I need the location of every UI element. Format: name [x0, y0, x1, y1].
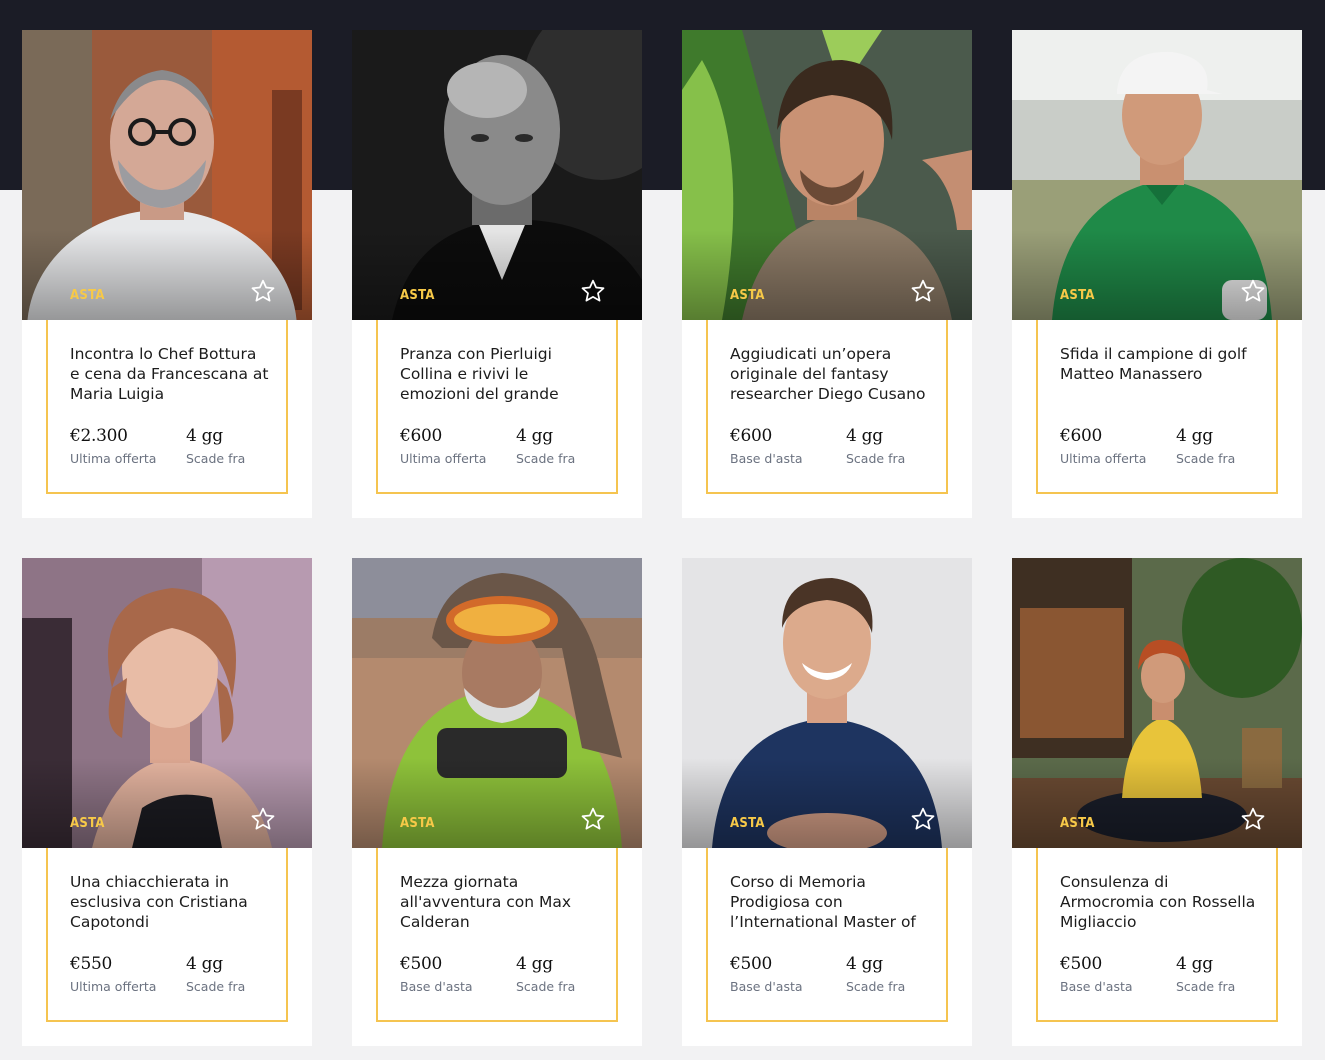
- price-label: Ultima offerta: [400, 451, 487, 466]
- auction-badge: ASTA: [730, 816, 765, 831]
- card-title[interactable]: Consulenza di Armocromia con Rossella Mi…: [1060, 872, 1260, 932]
- star-outline-icon[interactable]: [910, 278, 936, 304]
- card-title[interactable]: Una chiacchierata in esclusiva con Crist…: [70, 872, 270, 932]
- auction-card[interactable]: ASTA Sfida il campione di golf Matteo Ma…: [1012, 30, 1302, 518]
- star-outline-icon[interactable]: [250, 278, 276, 304]
- card-photo[interactable]: ASTA: [22, 558, 312, 848]
- price-label: Ultima offerta: [70, 451, 157, 466]
- time-remaining-value: 4 gg: [846, 954, 883, 974]
- price-block: €550 Ultima offerta: [70, 954, 156, 994]
- auction-card[interactable]: ASTA Mezza giornata all'avventura con Ma…: [352, 558, 642, 1046]
- time-remaining-value: 4 gg: [516, 954, 553, 974]
- card-photo[interactable]: ASTA: [22, 30, 312, 320]
- auction-badge: ASTA: [400, 288, 435, 303]
- card-info: Incontra lo Chef Bottura e cena da Franc…: [46, 320, 288, 494]
- price-block: €600 Ultima offerta: [400, 426, 486, 466]
- auction-card[interactable]: ASTA Una chiacchierata in esclusiva con …: [22, 558, 312, 1046]
- time-block: 4 gg Scade fra: [516, 954, 575, 994]
- card-info: Consulenza di Armocromia con Rossella Mi…: [1036, 848, 1278, 1022]
- auction-badge: ASTA: [730, 288, 765, 303]
- card-info: Sfida il campione di golf Matteo Manasse…: [1036, 320, 1278, 494]
- time-block: 4 gg Scade fra: [846, 954, 905, 994]
- time-remaining-label: Scade fra: [186, 979, 246, 994]
- auction-card[interactable]: ASTA Consulenza di Armocromia con Rossel…: [1012, 558, 1302, 1046]
- time-block: 4 gg Scade fra: [846, 426, 905, 466]
- card-photo[interactable]: ASTA: [1012, 558, 1302, 848]
- card-info: Mezza giornata all'avventura con Max Cal…: [376, 848, 618, 1022]
- star-outline-icon[interactable]: [1240, 278, 1266, 304]
- time-remaining-label: Scade fra: [846, 979, 906, 994]
- price-value: €500: [730, 954, 773, 974]
- card-info: Pranza con Pierluigi Collina e rivivi le…: [376, 320, 618, 494]
- time-remaining-label: Scade fra: [1176, 979, 1236, 994]
- time-block: 4 gg Scade fra: [516, 426, 575, 466]
- star-outline-icon[interactable]: [580, 278, 606, 304]
- auction-card[interactable]: ASTA Corso di Memoria Prodigiosa con l’I…: [682, 558, 972, 1046]
- auction-card[interactable]: ASTA Incontra lo Chef Bottura e cena da …: [22, 30, 312, 518]
- auction-badge: ASTA: [1060, 288, 1095, 303]
- time-block: 4 gg Scade fra: [1176, 954, 1235, 994]
- card-title[interactable]: Pranza con Pierluigi Collina e rivivi le…: [400, 344, 600, 404]
- price-block: €600 Ultima offerta: [1060, 426, 1146, 466]
- time-remaining-label: Scade fra: [1176, 451, 1236, 466]
- price-value: €600: [1060, 426, 1103, 446]
- price-value: €500: [1060, 954, 1103, 974]
- time-remaining-label: Scade fra: [846, 451, 906, 466]
- time-block: 4 gg Scade fra: [186, 954, 245, 994]
- time-remaining-value: 4 gg: [846, 426, 883, 446]
- auction-badge: ASTA: [70, 288, 105, 303]
- auction-card[interactable]: ASTA Aggiudicati un’opera originale del …: [682, 30, 972, 518]
- price-label: Ultima offerta: [1060, 451, 1147, 466]
- price-value: €500: [400, 954, 443, 974]
- card-photo[interactable]: ASTA: [682, 30, 972, 320]
- star-outline-icon[interactable]: [580, 806, 606, 832]
- card-info: Aggiudicati un’opera originale del fanta…: [706, 320, 948, 494]
- price-block: €500 Base d'asta: [400, 954, 473, 994]
- card-title[interactable]: Aggiudicati un’opera originale del fanta…: [730, 344, 930, 404]
- card-title[interactable]: Sfida il campione di golf Matteo Manasse…: [1060, 344, 1260, 404]
- price-value: €550: [70, 954, 113, 974]
- time-remaining-value: 4 gg: [1176, 954, 1213, 974]
- star-outline-icon[interactable]: [250, 806, 276, 832]
- price-block: €600 Base d'asta: [730, 426, 803, 466]
- auction-badge: ASTA: [400, 816, 435, 831]
- auction-card[interactable]: ASTA Pranza con Pierluigi Collina e rivi…: [352, 30, 642, 518]
- time-block: 4 gg Scade fra: [1176, 426, 1235, 466]
- time-remaining-value: 4 gg: [516, 426, 553, 446]
- card-title[interactable]: Mezza giornata all'avventura con Max Cal…: [400, 872, 600, 932]
- price-label: Base d'asta: [730, 979, 803, 994]
- price-label: Base d'asta: [400, 979, 473, 994]
- card-info: Una chiacchierata in esclusiva con Crist…: [46, 848, 288, 1022]
- star-outline-icon[interactable]: [1240, 806, 1266, 832]
- price-label: Ultima offerta: [70, 979, 157, 994]
- card-photo[interactable]: ASTA: [682, 558, 972, 848]
- time-remaining-label: Scade fra: [186, 451, 246, 466]
- card-photo[interactable]: ASTA: [352, 558, 642, 848]
- price-label: Base d'asta: [730, 451, 803, 466]
- time-remaining-label: Scade fra: [516, 451, 576, 466]
- price-label: Base d'asta: [1060, 979, 1133, 994]
- price-value: €2.300: [70, 426, 128, 446]
- time-block: 4 gg Scade fra: [186, 426, 245, 466]
- auction-grid: ASTA Incontra lo Chef Bottura e cena da …: [22, 30, 1302, 1046]
- price-block: €500 Base d'asta: [730, 954, 803, 994]
- card-photo[interactable]: ASTA: [1012, 30, 1302, 320]
- card-title[interactable]: Corso di Memoria Prodigiosa con l’Intern…: [730, 872, 930, 932]
- time-remaining-value: 4 gg: [186, 954, 223, 974]
- auction-badge: ASTA: [70, 816, 105, 831]
- auction-badge: ASTA: [1060, 816, 1095, 831]
- price-value: €600: [400, 426, 443, 446]
- price-block: €2.300 Ultima offerta: [70, 426, 156, 466]
- star-outline-icon[interactable]: [910, 806, 936, 832]
- time-remaining-label: Scade fra: [516, 979, 576, 994]
- card-info: Corso di Memoria Prodigiosa con l’Intern…: [706, 848, 948, 1022]
- time-remaining-value: 4 gg: [1176, 426, 1213, 446]
- card-title[interactable]: Incontra lo Chef Bottura e cena da Franc…: [70, 344, 270, 404]
- price-block: €500 Base d'asta: [1060, 954, 1133, 994]
- card-photo[interactable]: ASTA: [352, 30, 642, 320]
- time-remaining-value: 4 gg: [186, 426, 223, 446]
- price-value: €600: [730, 426, 773, 446]
